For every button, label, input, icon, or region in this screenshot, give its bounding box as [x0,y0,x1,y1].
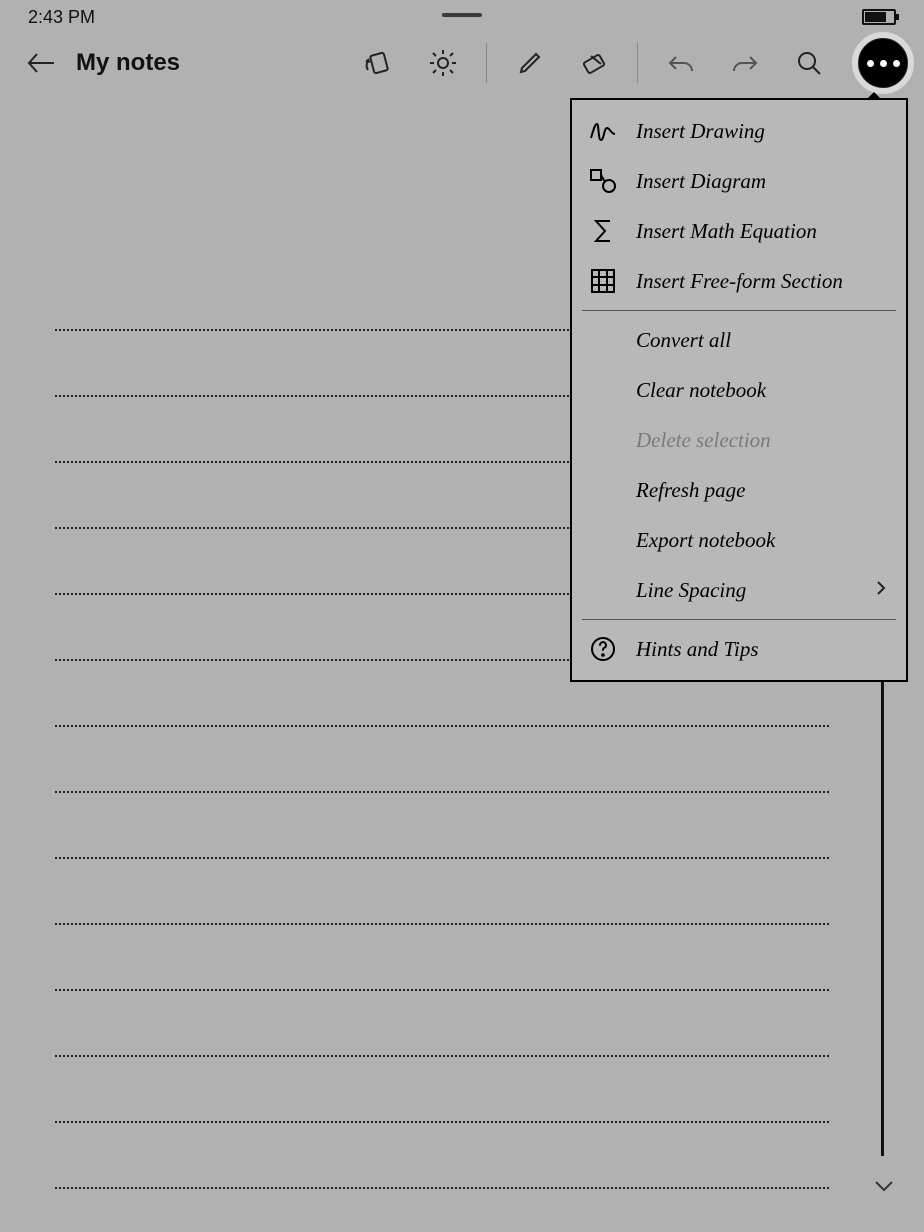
menu-label: Convert all [636,328,886,353]
diagram-icon [588,166,618,196]
menu-delete-selection: Delete selection [572,415,906,465]
more-menu: Insert Drawing Insert Diagram Insert Mat… [570,98,908,682]
menu-label: Refresh page [636,478,886,503]
undo-icon[interactable] [660,42,702,84]
sigma-icon [588,216,618,246]
ruled-line [55,1123,829,1189]
menu-label: Hints and Tips [636,637,886,662]
search-icon[interactable] [788,42,830,84]
chevron-right-icon [876,580,886,601]
menu-separator [582,619,896,620]
help-icon [588,634,618,664]
menu-insert-diagram[interactable]: Insert Diagram [572,156,906,206]
menu-label: Insert Math Equation [636,219,886,244]
menu-clear-notebook[interactable]: Clear notebook [572,365,906,415]
menu-label: Clear notebook [636,378,886,403]
more-menu-button[interactable] [852,32,914,94]
menu-hints-tips[interactable]: Hints and Tips [572,624,906,674]
menu-refresh-page[interactable]: Refresh page [572,465,906,515]
menu-line-spacing[interactable]: Line Spacing [572,565,906,615]
redo-icon[interactable] [724,42,766,84]
eraser-icon[interactable] [573,42,615,84]
grid-icon [588,266,618,296]
menu-convert-all[interactable]: Convert all [572,315,906,365]
ruled-line [55,1057,829,1123]
page-title: My notes [76,49,180,77]
menu-label: Insert Diagram [636,169,886,194]
ruled-line [55,991,829,1057]
menu-export-notebook[interactable]: Export notebook [572,515,906,565]
menu-insert-math[interactable]: Insert Math Equation [572,206,906,256]
drawing-icon [588,116,618,146]
vertical-scrollbar[interactable] [881,636,884,1156]
toolbar: My notes [0,28,924,98]
menu-label: Line Spacing [636,578,858,603]
drag-handle-icon [442,13,482,17]
status-time: 2:43 PM [28,7,95,28]
status-bar: 2:43 PM [0,0,924,28]
menu-insert-freeform[interactable]: Insert Free-form Section [572,256,906,306]
rotate-icon[interactable] [358,42,400,84]
menu-separator [582,310,896,311]
menu-label: Insert Drawing [636,119,886,144]
ruled-line [55,925,829,991]
battery-icon [862,9,896,25]
chevron-down-icon[interactable] [874,1179,894,1198]
back-arrow-icon[interactable] [20,42,62,84]
pen-icon[interactable] [509,42,551,84]
menu-label: Export notebook [636,528,886,553]
menu-label: Insert Free-form Section [636,269,886,294]
ruled-line [55,793,829,859]
menu-label: Delete selection [636,428,886,453]
ruled-line [55,727,829,793]
ruled-line [55,859,829,925]
toolbar-divider [486,43,487,83]
brightness-icon[interactable] [422,42,464,84]
menu-insert-drawing[interactable]: Insert Drawing [572,106,906,156]
toolbar-divider [637,43,638,83]
